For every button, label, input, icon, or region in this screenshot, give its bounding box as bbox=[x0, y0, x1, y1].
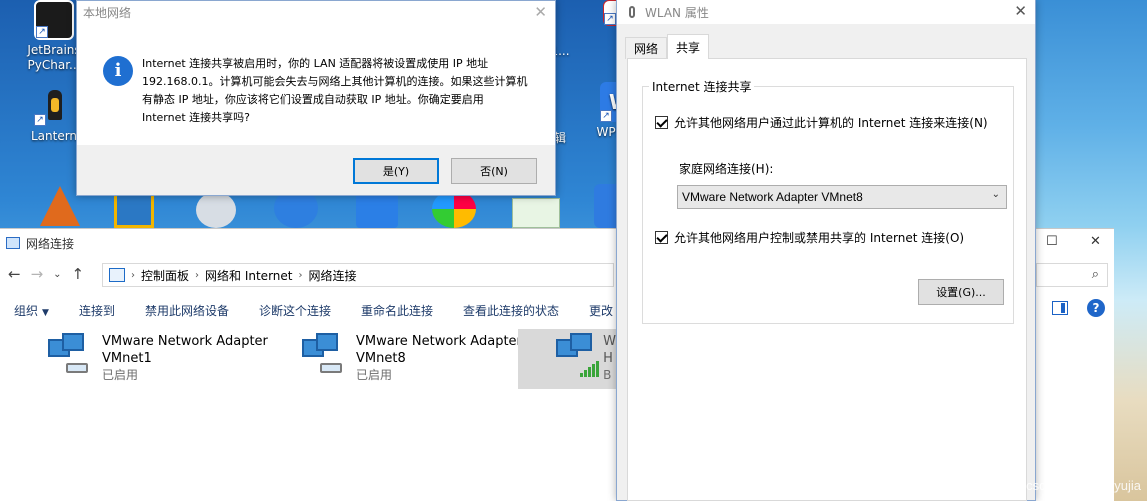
change-settings-button[interactable]: 更改 bbox=[589, 302, 613, 319]
wlan-adapter-icon bbox=[629, 6, 635, 18]
network-adapter-icon bbox=[302, 333, 346, 379]
up-arrow-icon[interactable]: ↑ bbox=[72, 265, 85, 283]
allow-connect-checkbox[interactable] bbox=[655, 116, 668, 129]
info-icon: i bbox=[103, 56, 133, 86]
watermark: https://blog.csdn.net/zhou_yujia bbox=[958, 478, 1141, 493]
breadcrumb-control-panel[interactable]: 控制面板 bbox=[141, 267, 189, 284]
wlan-properties-dialog: WLAN 属性 ✕ 网络 共享 Internet 连接共享 允许其他网络用户通过… bbox=[616, 0, 1036, 501]
home-network-select[interactable]: VMware Network Adapter VMnet8 ⌄ bbox=[677, 185, 1007, 209]
wlan-titlebar: WLAN 属性 bbox=[617, 0, 1035, 24]
network-adapter-icon bbox=[48, 333, 92, 379]
wlan-title: WLAN 属性 bbox=[645, 5, 709, 20]
wlan-tabs: 网络 共享 bbox=[625, 34, 710, 59]
adapter-name: VMware Network Adapter bbox=[356, 334, 522, 349]
breadcrumb-network-connections[interactable]: 网络连接 bbox=[308, 267, 356, 284]
back-arrow-icon[interactable]: ← bbox=[8, 265, 21, 283]
diagnose-button[interactable]: 诊断这个连接 bbox=[259, 302, 331, 319]
close-icon[interactable]: ✕ bbox=[1014, 2, 1027, 20]
disable-device-button[interactable]: 禁用此网络设备 bbox=[145, 302, 229, 319]
tab-sharing[interactable]: 共享 bbox=[667, 34, 710, 59]
ics-group: Internet 连接共享 允许其他网络用户通过此计算机的 Internet 连… bbox=[642, 78, 1014, 324]
disk-icon[interactable] bbox=[196, 192, 236, 228]
dropdown-caret-icon: ▼ bbox=[42, 307, 49, 318]
matlab-icon[interactable] bbox=[40, 186, 80, 226]
adapter-name: H bbox=[603, 351, 613, 366]
allow-connect-option[interactable]: 允许其他网络用户通过此计算机的 Internet 连接来连接(N) bbox=[655, 114, 988, 131]
tab-network[interactable]: 网络 bbox=[625, 37, 668, 59]
rename-button[interactable]: 重命名此连接 bbox=[361, 302, 433, 319]
allow-connect-label[interactable]: 允许其他网络用户通过此计算机的 Internet 连接来连接(N) bbox=[674, 114, 988, 131]
organize-menu[interactable]: 组织 ▼ bbox=[14, 302, 49, 319]
maximize-icon[interactable]: ☐ bbox=[1046, 234, 1058, 249]
breadcrumb-network-internet[interactable]: 网络和 Internet bbox=[205, 267, 292, 284]
allow-control-checkbox[interactable] bbox=[655, 231, 668, 244]
message-line: Internet 连接共享被启用时，你的 LAN 适配器将被设置成使用 IP 地… bbox=[142, 57, 489, 70]
view-status-button[interactable]: 查看此连接的状态 bbox=[463, 302, 559, 319]
message-line: Internet 连接共享吗? bbox=[142, 111, 251, 124]
desktop-icon-partial-left-2[interactable]: ks bbox=[0, 131, 14, 146]
connect-to-button[interactable]: 连接到 bbox=[79, 302, 115, 319]
desktop-icon-label: r bbox=[0, 28, 6, 43]
adapter-wlan[interactable]: W H B bbox=[518, 329, 616, 389]
help-icon[interactable]: ? bbox=[1087, 299, 1105, 317]
explorer-window-controls: ☐ ✕ bbox=[1036, 229, 1114, 257]
sharing-tab-panel: Internet 连接共享 允许其他网络用户通过此计算机的 Internet 连… bbox=[627, 58, 1027, 501]
home-network-value: VMware Network Adapter VMnet8 bbox=[682, 190, 863, 204]
close-icon[interactable]: ✕ bbox=[534, 3, 547, 21]
dialog-message: Internet 连接共享被启用时，你的 LAN 适配器将被设置成使用 IP 地… bbox=[142, 55, 534, 127]
dialog-title: 本地网络 bbox=[83, 5, 132, 20]
message-line: 有静态 IP 地址，你应该将它们设置成自动获取 IP 地址。你确定要启用 bbox=[142, 93, 484, 106]
pycharm-icon: ↗ bbox=[34, 0, 74, 40]
chevron-right-icon[interactable]: › bbox=[195, 270, 199, 281]
control-panel-icon bbox=[109, 268, 125, 282]
no-button[interactable]: 否(N) bbox=[451, 158, 537, 184]
preview-pane-icon[interactable] bbox=[1052, 301, 1068, 315]
adapter-name: W bbox=[603, 334, 616, 349]
spreadsheet-icon[interactable] bbox=[512, 198, 560, 228]
allow-control-option[interactable]: 允许其他网络用户控制或禁用共享的 Internet 连接(O) bbox=[655, 229, 964, 246]
chevron-right-icon[interactable]: › bbox=[131, 270, 135, 281]
vs-icon[interactable] bbox=[114, 192, 154, 228]
chevron-down-icon: ⌄ bbox=[991, 189, 1000, 200]
ics-group-label: Internet 连接共享 bbox=[649, 78, 755, 95]
explorer-title: 网络连接 bbox=[26, 236, 75, 251]
yes-button[interactable]: 是(Y) bbox=[353, 158, 439, 184]
search-input[interactable]: ⌕ bbox=[1036, 263, 1108, 287]
message-line: 192.168.0.1。计算机可能会失去与网络上其他计算机的连接。如果这些计算机 bbox=[142, 75, 528, 88]
wireless-adapter-icon bbox=[556, 333, 599, 379]
adapter-vmnet1[interactable]: VMware Network Adapter VMnet1 已启用 bbox=[48, 329, 288, 389]
adapter-status: 已启用 bbox=[356, 368, 393, 382]
adapter-name: VMnet1 bbox=[102, 351, 152, 366]
adapter-name: VMware Network Adapter bbox=[102, 334, 268, 349]
address-bar[interactable]: › 控制面板 › 网络和 Internet › 网络连接 bbox=[102, 263, 614, 287]
lantern-icon: ↗ bbox=[34, 86, 74, 126]
adapter-status: 已启用 bbox=[102, 368, 139, 382]
allow-control-label[interactable]: 允许其他网络用户控制或禁用共享的 Internet 连接(O) bbox=[674, 229, 964, 246]
forward-arrow-icon[interactable]: → bbox=[31, 265, 44, 283]
local-network-dialog: 本地网络 ✕ i Internet 连接共享被启用时，你的 LAN 适配器将被设… bbox=[76, 0, 556, 196]
adapter-vmnet8[interactable]: VMware Network Adapter VMnet8 已启用 bbox=[302, 329, 542, 389]
home-network-label: 家庭网络连接(H): bbox=[679, 162, 774, 176]
adapter-name: VMnet8 bbox=[356, 351, 406, 366]
desktop-icon-label: ks bbox=[0, 131, 14, 146]
adapter-status: B bbox=[603, 368, 612, 382]
recent-dropdown-icon[interactable]: ⌄ bbox=[53, 269, 61, 280]
chevron-right-icon[interactable]: › bbox=[298, 270, 302, 281]
search-icon: ⌕ bbox=[1091, 267, 1099, 282]
network-connections-icon bbox=[6, 237, 20, 249]
close-icon[interactable]: ✕ bbox=[1090, 234, 1101, 249]
desktop-icon-partial-left[interactable]: r bbox=[0, 28, 6, 43]
settings-button[interactable]: 设置(G)... bbox=[918, 279, 1004, 305]
